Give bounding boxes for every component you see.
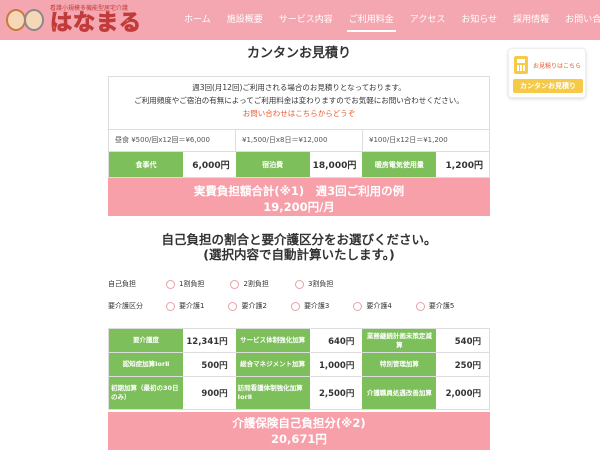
self-burden-row: 自己負担 1割負担 2割負担 3割負担 <box>108 277 333 291</box>
nav-pricing[interactable]: ご利用料金 <box>341 0 402 40</box>
price-meal: 昼食 ¥500/回x12回＝¥6,000 <box>109 130 236 151</box>
care-value: 640円 <box>328 336 355 347</box>
selection-heading-line-2: (選択内容で自動計算いたします。) <box>203 247 395 262</box>
radio-care-5[interactable]: 要介護5 <box>415 301 454 311</box>
care-label: 総合マネジメント加算 <box>235 353 310 376</box>
estimate-widget-text: お見積りはこちら <box>533 63 582 70</box>
radio-button[interactable] <box>166 301 175 311</box>
care-grid-row: 初期加算（最初の30日のみ） 900円 訪問看護体制強化加算ⅠorⅡ 2,500… <box>109 377 489 409</box>
care-insurance-total: 介護保険自己負担分(※2) 20,671円 <box>108 412 490 450</box>
care-label: サービス体制強化加算 <box>235 329 310 352</box>
estimate-button[interactable]: カンタンお見積り <box>513 79 583 93</box>
care-grid-row: 要介護度 12,341円 サービス体制強化加算 640円 業務継続計画未策定減算… <box>109 329 489 353</box>
radio-care-3[interactable]: 要介護3 <box>290 301 329 311</box>
mascot-icon <box>4 3 48 37</box>
radio-burden-20[interactable]: 2割負担 <box>230 279 269 289</box>
care-label: 初期加算（最初の30日のみ） <box>109 377 183 409</box>
radio-button[interactable] <box>230 279 240 289</box>
nav-services[interactable]: サービス内容 <box>271 0 341 40</box>
care-value: 12,341円 <box>186 336 228 347</box>
care-label: 特別管理加算 <box>362 353 437 376</box>
site-logo[interactable]: 看護小規模多機能型居宅介護 はなまる <box>4 2 142 38</box>
care-value: 540円 <box>454 336 482 347</box>
price-breakdown-row: 昼食 ¥500/回x12回＝¥6,000 ¥1,500/日x8日＝¥12,000… <box>108 130 490 152</box>
price-heating: ¥100/日x12日＝¥1,200 <box>369 136 448 144</box>
logo-text: はなまる <box>49 10 143 36</box>
care-label: 業務継続計画未策定減算 <box>362 329 437 352</box>
radio-button[interactable] <box>166 279 175 289</box>
cost-label-heating: 暖房電気使用量 <box>362 152 437 177</box>
care-cost-grid: 要介護度 12,341円 サービス体制強化加算 640円 業務継続計画未策定減算… <box>108 328 490 410</box>
main-nav: ホーム 施設概要 サービス内容 ご利用料金 アクセス お知らせ 採用情報 お問い… <box>176 0 600 40</box>
care-value: 2,000円 <box>445 389 482 399</box>
selection-heading: 自己負担の割合と要介護区分をお選びください。 (選択内容で自動計算いたします。) <box>108 232 490 262</box>
care-total-amount: 20,671円 <box>271 432 327 446</box>
cost-row: 食事代 6,000円 宿泊費 18,000円 暖房電気使用量 1,200円 <box>108 152 490 178</box>
calculator-icon <box>514 56 528 74</box>
cost-label-stay: 宿泊費 <box>235 152 310 177</box>
cost-label-meal: 食事代 <box>109 152 183 177</box>
estimate-widget[interactable]: お見積りはこちら カンタンお見積り <box>508 48 586 98</box>
nav-facility[interactable]: 施設概要 <box>219 0 271 40</box>
care-total-heading: 介護保険自己負担分(※2) <box>232 416 366 430</box>
care-label: 認知症加算ⅠorⅡ <box>109 353 183 376</box>
radio-button[interactable] <box>228 301 238 311</box>
care-value: 900円 <box>201 389 228 399</box>
actual-cost-total: 実費負担額合計(※1) 週3回ご利用の例 19,200円/月 <box>108 178 490 216</box>
radio-button[interactable] <box>294 279 304 289</box>
selection-heading-line-1: 自己負担の割合と要介護区分をお選びください。 <box>161 232 437 247</box>
radio-burden-30[interactable]: 3割負担 <box>294 279 333 289</box>
care-value: 1,000円 <box>318 360 355 371</box>
radio-burden-10[interactable]: 1割負担 <box>166 279 204 289</box>
radio-button[interactable] <box>415 301 425 311</box>
cost-value-stay: 18,000円 <box>309 152 363 177</box>
total-amount: 19,200円/月 <box>263 200 335 214</box>
radio-care-2[interactable]: 要介護2 <box>228 301 267 311</box>
nav-contact[interactable]: お問い合わせ <box>557 0 600 40</box>
site-header: 看護小規模多機能型居宅介護 はなまる ホーム 施設概要 サービス内容 ご利用料金… <box>0 0 600 40</box>
intro-line-2: ご利用頻度やご宿泊の有無によってご利用料金は変わりますのでお気軽にお問い合わせく… <box>134 96 464 105</box>
radio-button[interactable] <box>353 301 363 311</box>
radio-care-1[interactable]: 要介護1 <box>166 301 204 311</box>
nav-home[interactable]: ホーム <box>176 0 219 40</box>
contact-link[interactable]: お問い合わせはこちらからどうぞ <box>109 107 489 120</box>
nav-access[interactable]: アクセス <box>402 0 454 40</box>
total-heading: 実費負担額合計(※1) 週3回ご利用の例 <box>193 184 405 198</box>
cost-value-meal: 6,000円 <box>183 152 236 177</box>
nav-news[interactable]: お知らせ <box>453 0 505 40</box>
radio-button[interactable] <box>290 301 300 311</box>
cost-value-heating: 1,200円 <box>436 152 490 177</box>
care-label: 要介護度 <box>109 329 183 352</box>
care-value: 2,500円 <box>318 389 355 399</box>
care-value: 250円 <box>454 360 482 371</box>
nav-recruit[interactable]: 採用情報 <box>505 0 557 40</box>
care-grid-row: 認知症加算ⅠorⅡ 500円 総合マネジメント加算 1,000円 特別管理加算 … <box>109 353 489 377</box>
intro-box: 週3回(月12回)ご利用される場合のお見積りとなっております。 ご利用頻度やご宿… <box>108 76 490 130</box>
care-label: 介護職員処遇改善加算 <box>362 377 437 409</box>
page-title: カンタンお見積り <box>246 46 351 61</box>
radio-care-4[interactable]: 要介護4 <box>353 301 392 311</box>
care-level-label: 要介護区分 <box>108 302 143 310</box>
care-level-row: 要介護区分 要介護1 要介護2 要介護3 要介護4 要介護5 <box>108 299 454 313</box>
self-burden-label: 自己負担 <box>108 280 136 288</box>
intro-line-1: 週3回(月12回)ご利用される場合のお見積りとなっております。 <box>192 83 406 92</box>
price-stay: ¥1,500/日x8日＝¥12,000 <box>236 130 363 151</box>
care-value: 500円 <box>201 360 228 371</box>
care-label: 訪問看護体制強化加算ⅠorⅡ <box>235 377 310 409</box>
